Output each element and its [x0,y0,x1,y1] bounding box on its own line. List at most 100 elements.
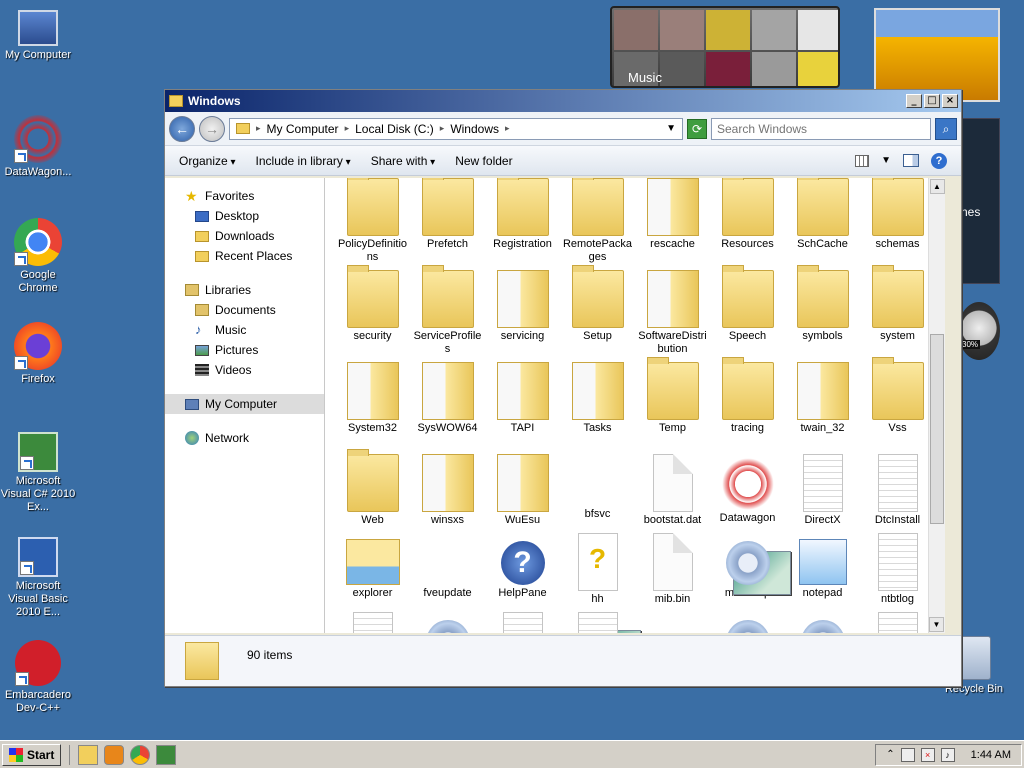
refresh-button[interactable]: ⟳ [687,118,707,139]
file-item[interactable]: servicing [485,266,560,358]
chrome-taskbar-icon[interactable] [130,744,151,765]
file-item[interactable]: Vss [860,357,935,450]
file-item[interactable]: system [860,265,935,358]
desktop-icon-devcpp[interactable]: Embarcadero Dev-C++ [0,640,76,715]
view-dropdown-icon[interactable]: ▼ [881,155,891,166]
back-button[interactable]: ← [169,115,195,142]
show-hidden-icons-icon[interactable]: ⌃ [886,749,894,760]
nav-my-computer[interactable]: My Computer [165,394,324,414]
scroll-up-icon[interactable]: ▲ [929,179,945,194]
file-item[interactable]: security [335,265,410,358]
file-item[interactable] [335,608,410,633]
file-item[interactable]: mib.bin [635,529,710,608]
file-item[interactable]: explorer [335,529,410,608]
file-item[interactable]: SoftwareDistribution [635,266,710,358]
include-in-library-button[interactable]: Include in library [256,154,351,168]
explorer-taskbar-icon[interactable] [78,744,99,765]
nav-recent-places[interactable]: Recent Places [165,246,324,266]
file-item[interactable]: symbols [785,265,860,358]
file-item[interactable] [410,608,485,633]
nav-network[interactable]: Network [165,428,324,448]
file-item[interactable]: Resources [710,178,785,266]
file-item[interactable] [635,608,710,633]
file-item[interactable]: notepad [785,529,860,608]
media-player-taskbar-icon[interactable] [104,744,125,765]
desktop-icon-firefox[interactable]: Firefox [0,322,76,386]
search-input[interactable] [711,117,931,140]
file-item[interactable]: fveupdate [410,529,641,633]
desktop-icon-chrome[interactable]: Google Chrome [0,218,76,295]
file-item[interactable]: rescache [635,178,710,266]
file-item[interactable]: tracing [710,357,785,450]
file-item[interactable] [485,608,560,633]
file-item[interactable]: Registration [485,178,560,266]
file-item[interactable]: WuEsu [485,450,560,529]
file-item[interactable]: bfsvc [560,450,791,595]
search-icon[interactable]: ⌕ [935,117,957,140]
clock[interactable]: 1:44 AM [971,749,1011,761]
scroll-down-icon[interactable]: ▼ [929,617,944,632]
nav-favorites[interactable]: ★ Favorites [165,186,324,206]
file-item[interactable]: ServiceProfiles [410,265,485,358]
nav-downloads[interactable]: Downloads [165,226,324,246]
help-icon[interactable]: ? [931,152,947,169]
file-item[interactable]: schemas [860,178,935,266]
organize-button[interactable]: Organize [179,154,236,168]
file-item[interactable]: PolicyDefinitions [335,178,410,266]
file-item[interactable]: RemotePackages [560,178,635,266]
start-button[interactable]: Start [2,743,62,766]
file-item[interactable]: SysWOW64 [410,358,485,450]
visual-csharp-taskbar-icon[interactable] [156,744,177,765]
cpu-meter-gadget[interactable]: 30% [958,302,1000,360]
nav-videos[interactable]: Videos [165,360,324,380]
file-item[interactable]: ? HelpPane [485,529,560,608]
nav-documents[interactable]: Documents [165,300,324,320]
preview-pane-icon[interactable] [903,154,919,167]
breadcrumb-local-disk[interactable]: Local Disk (C:) [355,122,434,136]
scroll-thumb[interactable] [930,334,944,524]
file-item[interactable]: Datawagon [710,450,785,529]
minimize-button[interactable]: _ [906,94,922,108]
desktop-icon-my-computer[interactable]: My Computer [0,10,76,62]
file-item[interactable]: Tasks [560,358,635,450]
breadcrumb-windows[interactable]: Windows [450,122,499,136]
nav-desktop[interactable]: Desktop [165,206,324,226]
address-dropdown-icon[interactable]: ▼ [666,123,676,134]
file-item[interactable]: DirectX [785,450,860,529]
file-item[interactable]: Temp [635,357,710,450]
new-folder-button[interactable]: New folder [455,154,512,168]
desktop-icon-visual-basic[interactable]: Microsoft Visual Basic 2010 E... [0,537,76,619]
file-item[interactable]: SchCache [785,178,860,266]
forward-button[interactable]: → [199,115,225,142]
nav-libraries[interactable]: Libraries [165,280,324,300]
change-view-icon[interactable] [855,154,870,167]
desktop-icon-visual-csharp[interactable]: Microsoft Visual C# 2010 Ex... [0,432,76,514]
file-item[interactable] [785,608,860,633]
network-tray-icon[interactable] [900,747,915,762]
file-item[interactable]: twain_32 [785,358,860,450]
file-item[interactable] [710,608,785,633]
file-item[interactable]: bootstat.dat [635,450,710,529]
file-item[interactable]: Web [335,449,410,529]
address-box[interactable]: ▸ My Computer ▸ Local Disk (C:) ▸ Window… [229,117,683,140]
file-item[interactable]: ? hh [560,529,635,608]
share-with-button[interactable]: Share with [371,154,436,168]
title-bar[interactable]: Windows _ □ × [165,90,961,112]
nav-music[interactable]: ♪ Music [165,320,324,340]
vertical-scrollbar[interactable]: ▲ ▼ [928,178,945,633]
file-item[interactable]: Speech [710,265,785,358]
volume-icon[interactable]: ♪ [940,747,955,762]
feed-gadget[interactable]: nes [961,118,1000,284]
close-button[interactable]: × [942,94,958,108]
photo-gadget[interactable] [874,8,1000,102]
nav-pictures[interactable]: Pictures [165,340,324,360]
file-item[interactable]: winsxs [410,450,485,529]
music-gadget[interactable]: Music [610,6,840,88]
action-center-icon[interactable]: × [920,747,935,762]
file-item[interactable]: ntbtlog [860,529,935,608]
file-item[interactable]: Setup [560,265,635,358]
breadcrumb-my-computer[interactable]: My Computer [267,122,339,136]
desktop-icon-datawagon[interactable]: DataWagon... [0,115,76,179]
file-item[interactable]: DtcInstall [860,450,935,529]
maximize-button[interactable]: □ [924,94,940,108]
